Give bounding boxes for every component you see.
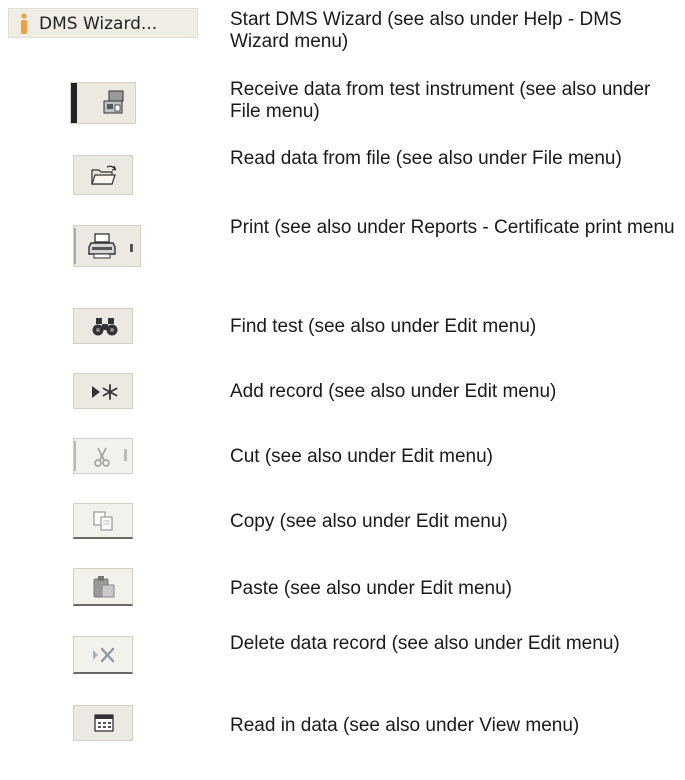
legend-row-read-file: Read data from file (see also under File…: [0, 140, 685, 205]
paste-icon: [90, 575, 118, 599]
legend-row-cut: Cut (see also under Edit menu): [0, 430, 685, 485]
add-record-button[interactable]: [73, 373, 133, 409]
delete-record-icon: [90, 645, 118, 665]
legend-row-find: Find test (see also under Edit menu): [0, 300, 685, 355]
read-in-data-icon: [94, 714, 114, 732]
description-text: Start DMS Wizard (see also under Help - …: [230, 9, 622, 52]
receive-data-button[interactable]: [70, 82, 136, 124]
toolbar-separator: [74, 228, 76, 264]
legend-row-add: Add record (see also under Edit menu): [0, 365, 685, 420]
description-text: Copy (see also under Edit menu): [230, 511, 508, 532]
partial-icon: [124, 449, 127, 461]
description-text: Add record (see also under Edit menu): [230, 381, 557, 402]
delete-record-button[interactable]: [73, 636, 133, 674]
description-text: Cut (see also under Edit menu): [230, 446, 493, 467]
legend-row-wizard: DMS Wizard... Start DMS Wizard (see also…: [0, 0, 685, 60]
print-button[interactable]: [73, 225, 141, 267]
description-text: Delete data record (see also under Edit …: [230, 633, 620, 654]
toolbar-grip: [71, 83, 77, 123]
toolbar-separator: [74, 441, 76, 471]
description-text: Receive data from test instrument (see a…: [230, 79, 651, 122]
legend-row-read-in: Read in data (see also under View menu): [0, 695, 685, 755]
description-text: Read in data (see also under View menu): [230, 715, 580, 736]
partial-icon: [130, 244, 133, 252]
binoculars-icon: [92, 317, 118, 337]
dms-wizard-label: DMS Wizard...: [39, 14, 158, 34]
legend-row-delete: Delete data record (see also under Edit …: [0, 625, 685, 685]
read-in-data-button[interactable]: [73, 705, 133, 741]
legend-row-receive: Receive data from test instrument (see a…: [0, 75, 685, 145]
dms-wizard-button[interactable]: DMS Wizard...: [8, 8, 198, 38]
legend-row-print: Print (see also under Reports - Certific…: [0, 210, 685, 275]
scissors-icon: [92, 446, 112, 468]
legend-row-copy: Copy (see also under Edit menu): [0, 495, 685, 550]
receive-data-instrument-icon: [101, 89, 127, 117]
description-text: Paste (see also under Edit menu): [230, 578, 512, 599]
legend-row-paste: Paste (see also under Edit menu): [0, 560, 685, 615]
dms-wizard-person-icon: [19, 13, 29, 35]
open-folder-icon: [90, 164, 118, 186]
copy-button[interactable]: [73, 503, 133, 539]
add-record-icon: [88, 382, 120, 402]
copy-icon: [92, 510, 116, 532]
paste-button[interactable]: [73, 568, 133, 606]
description-text: Print (see also under Reports - Certific…: [230, 217, 675, 238]
description-text: Find test (see also under Edit menu): [230, 316, 537, 337]
open-file-button[interactable]: [73, 155, 133, 195]
description-text: Read data from file (see also under File…: [230, 148, 622, 169]
cut-button[interactable]: [73, 438, 133, 474]
find-test-button[interactable]: [73, 308, 133, 344]
printer-icon: [88, 233, 118, 259]
